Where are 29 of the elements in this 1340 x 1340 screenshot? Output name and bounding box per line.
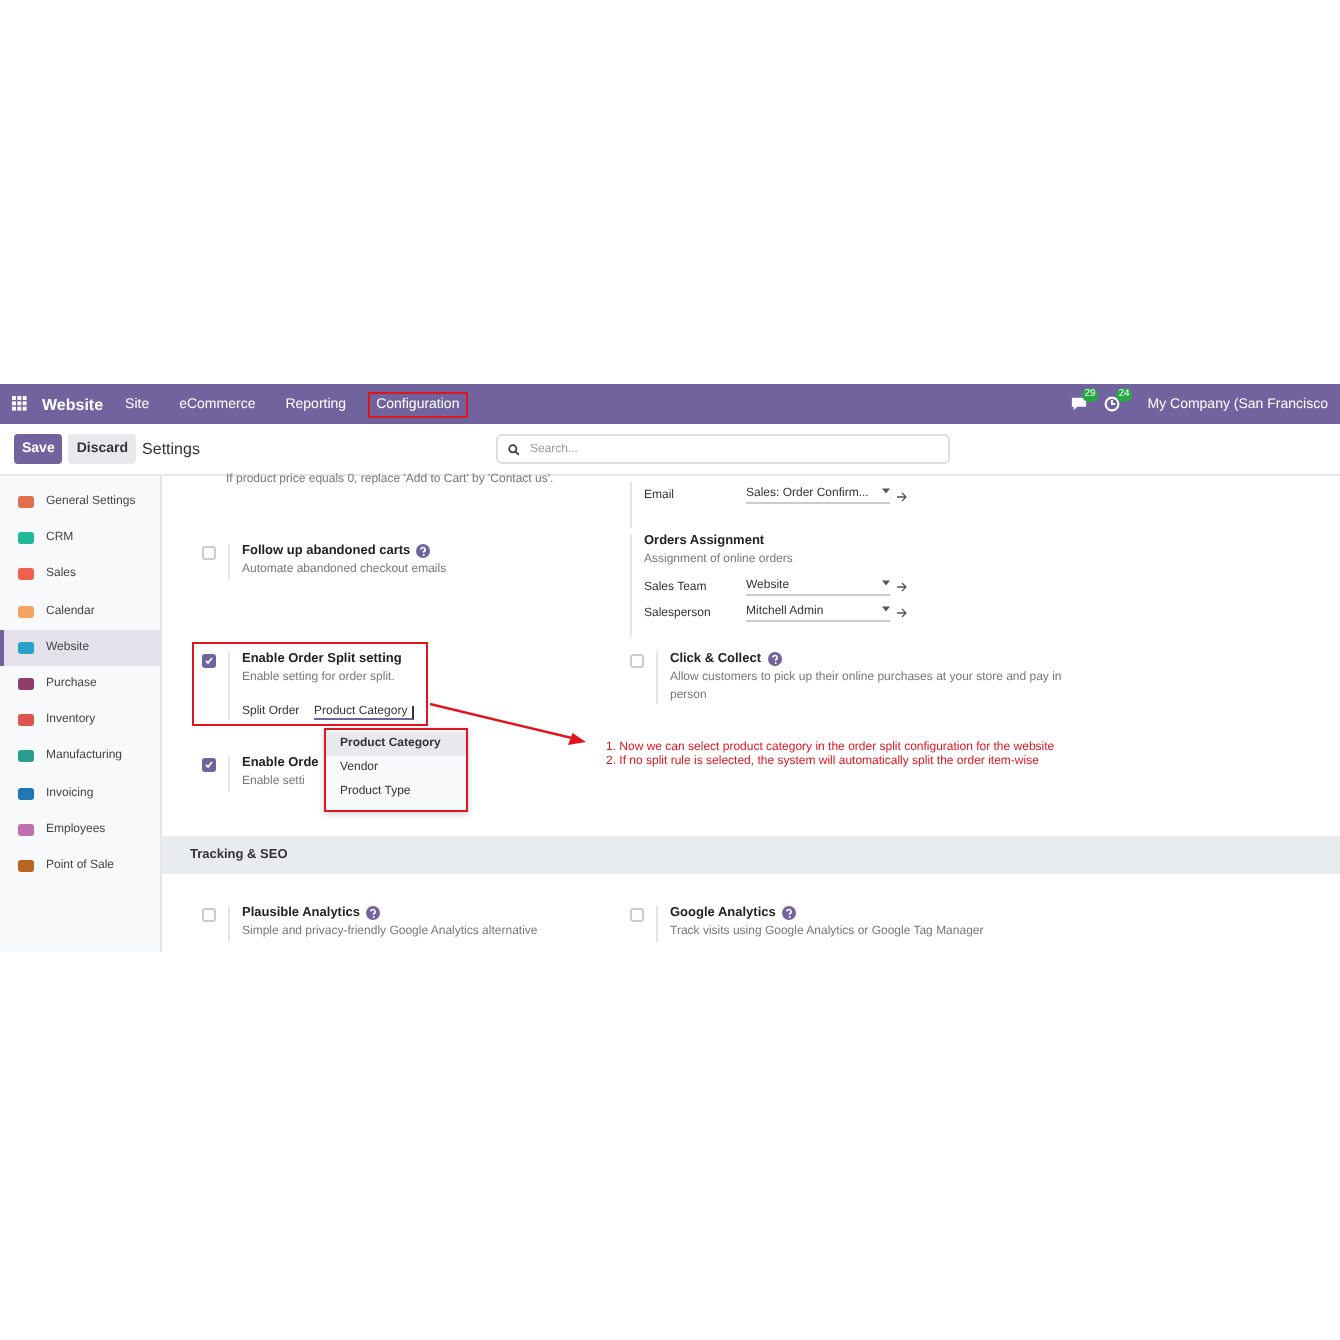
open-record-icon[interactable] bbox=[896, 582, 908, 593]
app-icon bbox=[18, 494, 34, 511]
search-icon bbox=[507, 443, 520, 455]
app-icon bbox=[18, 566, 34, 583]
app-icon bbox=[18, 603, 34, 620]
caret-icon bbox=[882, 488, 890, 494]
app-icon bbox=[18, 712, 34, 729]
open-record-icon[interactable] bbox=[896, 608, 908, 619]
help-icon[interactable] bbox=[781, 906, 796, 920]
caret-icon bbox=[882, 605, 890, 612]
help-icon[interactable] bbox=[416, 544, 431, 558]
app-icon bbox=[18, 676, 34, 693]
caret-icon bbox=[882, 579, 890, 586]
open-record-icon[interactable] bbox=[896, 491, 908, 501]
checkbox[interactable] bbox=[202, 758, 216, 772]
help-icon[interactable] bbox=[767, 652, 782, 666]
clock-icon[interactable] bbox=[1103, 396, 1120, 412]
app-icon bbox=[18, 639, 34, 656]
app-icon bbox=[18, 530, 34, 547]
app-icon bbox=[18, 785, 34, 802]
app-icon bbox=[18, 748, 34, 765]
app-icon bbox=[18, 857, 34, 874]
app-name[interactable]: Website bbox=[42, 395, 104, 413]
app-icon bbox=[18, 821, 34, 838]
breadcrumb: Settings bbox=[142, 440, 200, 458]
apps-grid-icon[interactable] bbox=[12, 396, 28, 412]
chat-icon[interactable] bbox=[1069, 396, 1088, 412]
checkbox[interactable] bbox=[202, 654, 216, 668]
help-icon[interactable] bbox=[366, 906, 381, 920]
